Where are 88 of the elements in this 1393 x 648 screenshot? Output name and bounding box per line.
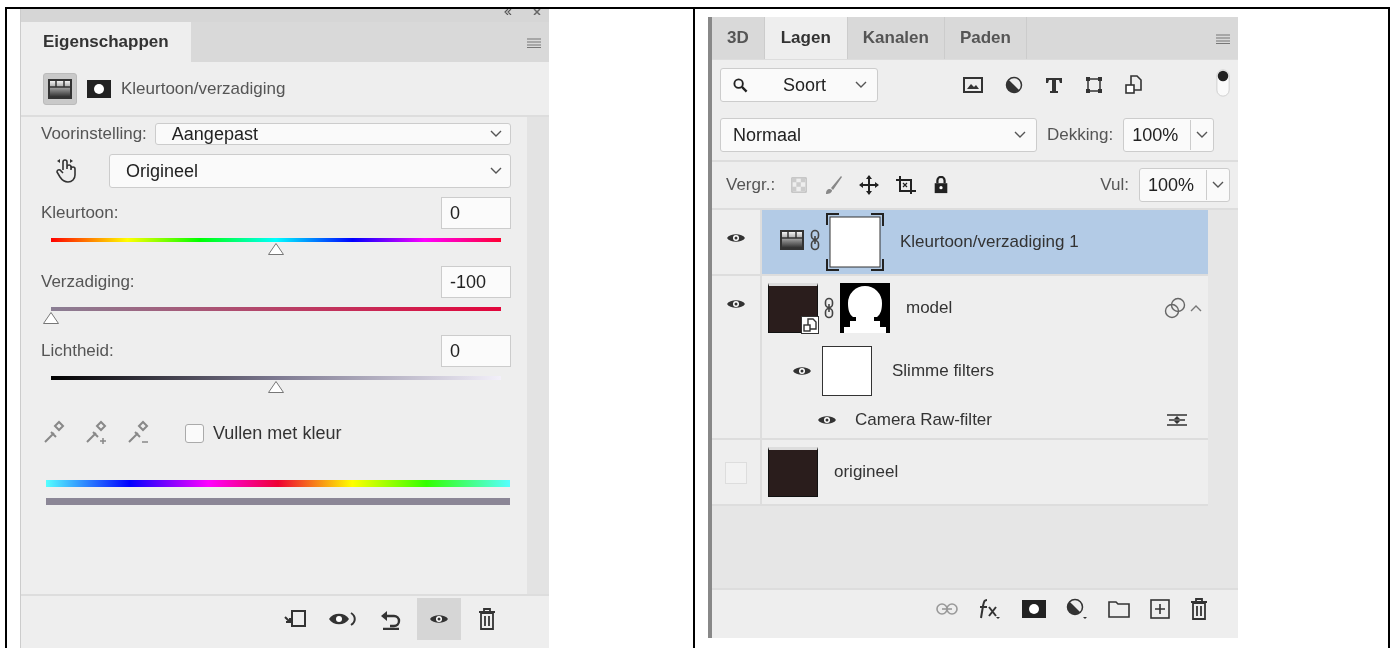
filter-group-name: Slimme filters — [892, 361, 994, 381]
image-filter-icon — [963, 77, 983, 93]
adjustment-filter-icon — [1005, 76, 1023, 94]
caret-icon — [855, 81, 867, 89]
new-layer-button[interactable] — [1150, 598, 1170, 619]
hand-adjust-icon — [55, 158, 79, 184]
panel-tab[interactable]: Paden — [944, 17, 1027, 59]
slider-label: Verzadiging: — [41, 272, 135, 292]
link-chain-icon — [824, 297, 834, 319]
panel-tab[interactable]: Lagen — [764, 17, 848, 59]
photo-placeholder — [768, 447, 818, 497]
collapse-icon — [503, 9, 513, 15]
adjustment-layer-icon — [48, 78, 72, 99]
link-icon — [936, 602, 958, 615]
slider-thumb[interactable] — [43, 312, 59, 324]
caret-icon — [490, 130, 502, 138]
filter-mask-thumbnail — [822, 346, 872, 396]
layer-name: Kleurtoon/verzadiging 1 — [900, 232, 1079, 252]
lock-label: Vergr.: — [726, 175, 776, 195]
close-icon — [533, 9, 541, 15]
fill-label: Vul: — [1100, 175, 1129, 195]
fx-icon — [978, 597, 1002, 620]
visibility-eye-icon[interactable] — [817, 414, 837, 426]
preset-dropdown[interactable]: Aangepast — [154, 123, 511, 145]
visibility-eye-icon[interactable] — [726, 232, 746, 244]
collapse-caret-icon — [1190, 304, 1202, 312]
smart-object-badge-icon — [801, 316, 819, 334]
link-chain-icon — [810, 228, 820, 251]
visibility-eye-icon[interactable] — [792, 365, 812, 377]
slider-label: Lichtheid: — [41, 341, 114, 361]
add-mask-button[interactable] — [1022, 599, 1046, 618]
fill-field[interactable]: 100% — [1138, 168, 1230, 202]
value-field[interactable]: 0 — [441, 335, 511, 367]
layer-style-button[interactable] — [978, 597, 1002, 620]
layer-name: model — [906, 298, 953, 318]
mask-thumbnail — [826, 213, 884, 271]
opacity-label: Dekking: — [1047, 125, 1114, 145]
value-field[interactable]: 0 — [441, 197, 511, 229]
colorize-checkbox[interactable]: Vullen met kleur — [167, 422, 342, 444]
plus-square-icon — [1150, 598, 1170, 619]
search-icon — [733, 77, 748, 93]
mask-thumbnail — [840, 283, 890, 333]
slider-label: Kleurtoon: — [41, 203, 119, 223]
visibility-eye-icon[interactable] — [726, 298, 746, 310]
layer-mask-icon — [1022, 599, 1046, 618]
filter-toggle-icon — [1216, 66, 1230, 99]
blend-mode-dropdown[interactable]: Normaal — [720, 118, 1037, 152]
value-field[interactable]: -100 — [441, 266, 511, 298]
mask-icon — [87, 79, 111, 98]
layer-name: origineel — [834, 462, 899, 482]
delete-layer-button[interactable] — [1190, 597, 1208, 620]
adjustment-layer-icon — [780, 229, 804, 250]
channel-dropdown[interactable]: Origineel — [109, 154, 511, 188]
clip-icon — [283, 608, 307, 629]
preset-label: Voorinstelling: — [41, 124, 147, 144]
adjustment-button[interactable] — [43, 72, 77, 105]
move-icon — [859, 175, 880, 195]
panel-tab[interactable]: Kanalen — [847, 17, 945, 59]
caret-icon — [1196, 131, 1209, 139]
eye-icon — [429, 612, 449, 625]
type-filter-icon — [1045, 76, 1063, 94]
properties-tab[interactable]: Eigenschappen — [21, 22, 191, 62]
crop-icon — [895, 175, 918, 195]
trash-icon — [478, 607, 496, 630]
filter-dropdown[interactable]: Soort — [720, 68, 878, 102]
visibility-button[interactable] — [417, 597, 461, 640]
panel-tab[interactable]: 3D — [712, 17, 765, 59]
trash-icon — [1190, 597, 1208, 620]
shape-filter-icon — [1085, 76, 1103, 94]
panel-title: Kleurtoon/verzadiging — [121, 78, 286, 99]
lock-transparent-icon — [791, 177, 808, 193]
opacity-field[interactable]: 100% — [1123, 118, 1215, 152]
smart-object-filter-icon — [1125, 75, 1143, 95]
blending-options-icon — [1166, 413, 1188, 427]
panel-menu-icon — [1216, 33, 1230, 44]
filter-name: Camera Raw-filter — [855, 410, 992, 430]
folder-icon — [1108, 599, 1130, 618]
caret-icon — [1212, 181, 1224, 189]
lock-icon — [933, 176, 950, 194]
adjustment-circle-icon — [1066, 597, 1088, 620]
caret-icon — [490, 167, 502, 175]
selected-layer-row[interactable]: Kleurtoon/verzadiging 1 — [762, 210, 1208, 274]
caret-icon — [1014, 131, 1026, 139]
brush-icon — [823, 175, 844, 195]
new-adjustment-button[interactable] — [1066, 597, 1088, 620]
panel-menu-icon — [527, 37, 541, 48]
smart-filter-icon — [1164, 297, 1186, 319]
new-group-button[interactable] — [1108, 599, 1130, 618]
